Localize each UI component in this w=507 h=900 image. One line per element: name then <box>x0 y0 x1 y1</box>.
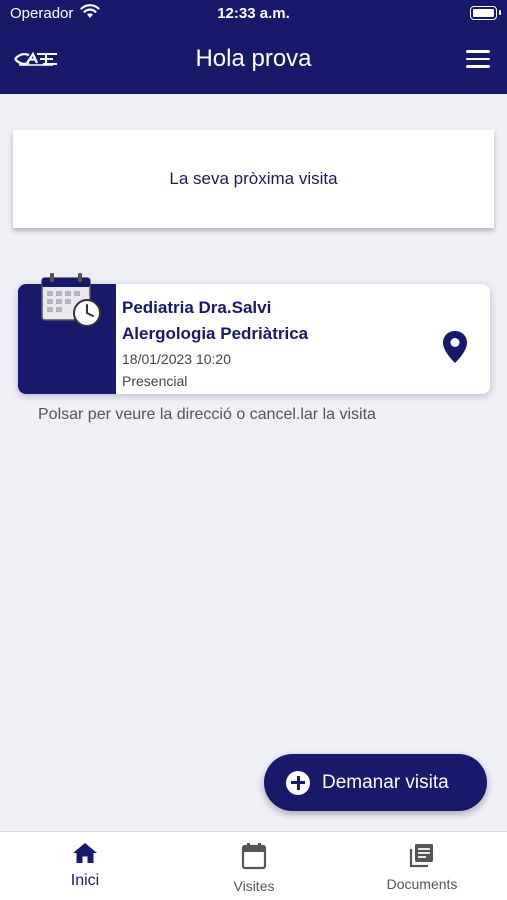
clock: 12:33 a.m. <box>217 5 290 22</box>
tab-home[interactable]: Inici <box>15 842 155 890</box>
visit-details: Pediatria Dra.Salvi Alergologia Pedriàtr… <box>122 296 308 392</box>
map-pin-icon[interactable] <box>442 330 468 369</box>
documents-icon <box>409 844 435 872</box>
tab-documents[interactable]: Documents <box>352 842 492 892</box>
tab-documents-label: Documents <box>386 876 458 892</box>
calendar-clock-icon <box>40 272 104 335</box>
tab-bar: Inici Visites Documents <box>0 831 507 900</box>
page-title: Hola prova <box>195 45 312 72</box>
visit-mode: Presencial <box>122 373 188 389</box>
hamburger-menu-icon[interactable] <box>466 50 490 68</box>
top-bar: Operador 12:33 a.m. Hola prova <box>0 0 507 94</box>
tab-home-label: Inici <box>70 872 100 889</box>
next-visit-heading: La seva pròxima visita <box>169 169 338 188</box>
visit-service: Alergologia Pedriàtrica <box>122 324 309 343</box>
battery-icon <box>470 6 501 20</box>
tab-visits-label: Visites <box>233 878 275 894</box>
request-visit-button[interactable]: Demanar visita <box>264 754 487 811</box>
visit-datetime: 18/01/2023 10:20 <box>122 351 231 367</box>
request-visit-label: Demanar visita <box>322 771 449 793</box>
visit-hint: Polsar per veure la direcció o cancel.la… <box>38 406 376 423</box>
visit-specialty: Pediatria Dra.Salvi <box>122 298 272 317</box>
calendar-icon <box>241 843 267 874</box>
plus-circle-icon <box>286 770 310 795</box>
home-icon <box>72 843 98 868</box>
next-visit-card: La seva pròxima visita <box>13 130 494 228</box>
status-bar: Operador 12:33 a.m. <box>0 0 507 28</box>
tab-visits[interactable]: Visites <box>184 842 324 894</box>
visit-card[interactable]: Pediatria Dra.Salvi Alergologia Pedriàtr… <box>18 273 490 394</box>
